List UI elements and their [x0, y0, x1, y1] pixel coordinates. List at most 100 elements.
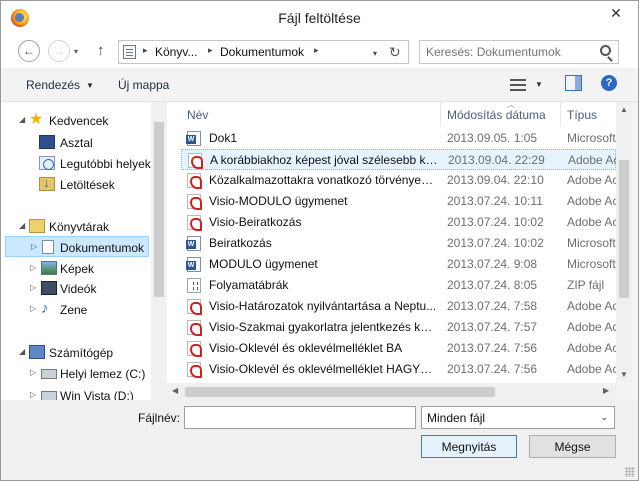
scroll-down-arrow[interactable]: ▼ — [620, 370, 628, 379]
organize-label: Rendezés — [26, 78, 81, 92]
chevron-right-icon[interactable]: ▸ — [143, 45, 148, 56]
collapsed-icon[interactable]: ▷ — [30, 368, 36, 377]
file-name: Visio-Oklevél és oklevélmelléklet BA — [209, 341, 403, 355]
sidebar-item-pictures[interactable]: ▷ Képek — [1, 258, 151, 279]
refresh-icon[interactable]: ↻ — [389, 44, 401, 61]
forward-button[interactable]: → — [48, 40, 70, 62]
desktop-icon — [39, 135, 55, 149]
cancel-button[interactable]: Mégse — [529, 435, 616, 458]
file-row[interactable]: Dok1 2013.09.05. 1:05 Microsoft — [181, 128, 616, 149]
search-icon[interactable] — [600, 45, 611, 56]
file-type-select[interactable]: Minden fájl ⌄ — [421, 406, 615, 429]
collapsed-icon[interactable]: ▷ — [30, 304, 36, 313]
column-header-name[interactable]: Név — [187, 102, 208, 126]
file-list: ︿ Név Módosítás dátuma Típus Dok12013.09… — [167, 102, 616, 383]
address-history-button[interactable]: ▾ — [373, 49, 377, 58]
sidebar-item-music[interactable]: ▷ ♪ Zene — [1, 299, 151, 320]
file-row[interactable]: Folyamatábrák 2013.07.24. 8:05 ZIP fájl — [181, 275, 616, 296]
scrollbar-thumb[interactable] — [619, 160, 629, 298]
up-folder-button[interactable]: ↑ — [97, 42, 105, 59]
file-row[interactable]: Visio-Beiratkozás 2013.07.24. 10:02 Adobe … — [181, 212, 616, 233]
sidebar-item-win-vista-d[interactable]: ▷ Win Vista (D:) — [1, 385, 151, 400]
scrollbar-thumb[interactable] — [185, 387, 495, 397]
file-type: Microsoft — [567, 131, 616, 145]
pdf-icon — [188, 153, 203, 169]
recent-locations-button[interactable]: ▾ — [74, 47, 78, 56]
column-divider[interactable] — [440, 102, 441, 126]
file-type: Adobe Ac — [567, 341, 616, 355]
file-row[interactable]: Beiratkozás 2013.07.24. 10:02 Microsoft — [181, 233, 616, 254]
sidebar-group-computer[interactable]: ◢ Számítógép — [1, 342, 151, 363]
expanded-icon[interactable]: ◢ — [19, 221, 25, 230]
pictures-icon — [41, 261, 57, 275]
collapsed-icon[interactable]: ▷ — [30, 390, 36, 399]
file-row[interactable]: Közalkalmazottakra vonatkozó törvények..… — [181, 170, 616, 191]
address-bar[interactable]: ▸ Könyv... ▸ Dokumentumok ▸ ▾ ↻ — [118, 40, 409, 64]
file-row[interactable]: Visio-Szakmai gyakorlatra jelentkezés ke… — [181, 317, 616, 338]
close-button[interactable]: ✕ — [596, 2, 636, 24]
resize-grip-icon[interactable] — [625, 467, 635, 477]
breadcrumb-libraries[interactable]: Könyv... — [155, 45, 197, 59]
scroll-left-arrow[interactable]: ◀ — [172, 386, 178, 395]
file-row[interactable]: Visio-Oklevél és oklevélmelléklet HAGYO.… — [181, 359, 616, 380]
column-divider[interactable] — [560, 102, 561, 126]
sidebar-item-local-disk-c[interactable]: ▷ Helyi lemez (C:) — [1, 363, 151, 384]
sidebar-item-downloads[interactable]: Letöltések — [1, 174, 151, 195]
file-row[interactable]: A korábbiakhoz képest jóval szélesebb kö… — [181, 149, 616, 170]
back-button[interactable]: ← — [18, 40, 40, 62]
new-folder-button[interactable]: Új mappa — [118, 78, 169, 92]
navigation-pane-scrollbar[interactable] — [151, 102, 167, 400]
chevron-right-icon[interactable]: ▸ — [314, 45, 319, 56]
organize-button[interactable]: Rendezés ▼ — [26, 78, 94, 92]
file-row[interactable]: Visio-MODULO ügymenet 2013.07.24. 10:11 Ad… — [181, 191, 616, 212]
file-name: MODULO ügymenet — [209, 257, 318, 271]
open-button[interactable]: Megnyitás — [421, 435, 517, 458]
file-list-vertical-scrollbar[interactable]: ▲ ▼ — [616, 102, 632, 383]
file-type: Adobe Ac — [567, 362, 616, 376]
file-row[interactable]: Visio-Oklevél és oklevélmelléklet BA 2013… — [181, 338, 616, 359]
sidebar-item-label: Képek — [60, 262, 95, 276]
pdf-icon — [187, 320, 202, 336]
collapsed-icon[interactable]: ▷ — [31, 242, 37, 251]
expanded-icon[interactable]: ◢ — [19, 115, 25, 124]
scroll-right-arrow[interactable]: ▶ — [603, 386, 609, 395]
collapsed-icon[interactable]: ▷ — [30, 263, 36, 272]
view-options-icon[interactable] — [510, 78, 526, 92]
search-box[interactable] — [419, 40, 619, 64]
sidebar-item-documents[interactable]: ▷ Dokumentumok — [5, 236, 149, 257]
preview-pane-icon[interactable] — [565, 75, 582, 91]
sidebar-item-videos[interactable]: ▷ Videók — [1, 278, 151, 299]
column-header-modified[interactable]: Módosítás dátuma — [447, 102, 546, 126]
file-name: Visio-Beiratkozás — [209, 215, 302, 229]
pdf-icon — [187, 194, 202, 210]
file-name: Visio-Határozatok nyilvántartása a Neptu… — [209, 299, 437, 313]
file-row[interactable]: Visio-Határozatok nyilvántartása a Neptu… — [181, 296, 616, 317]
file-list-horizontal-scrollbar[interactable]: ◀ ▶ — [167, 383, 616, 400]
filename-input[interactable] — [184, 406, 416, 429]
help-icon[interactable]: ? — [601, 75, 617, 91]
file-modified: 2013.09.04. 22:29 — [448, 153, 545, 167]
sidebar-group-label: Számítógép — [49, 346, 114, 360]
scrollbar-thumb[interactable] — [154, 122, 164, 297]
sidebar-group-libraries[interactable]: ◢ Könyvtárak — [1, 216, 151, 237]
search-input[interactable] — [426, 44, 596, 60]
caret-down-icon: ▼ — [86, 81, 94, 90]
column-header-type[interactable]: Típus — [567, 102, 597, 126]
computer-icon — [29, 345, 45, 359]
expanded-icon[interactable]: ◢ — [19, 347, 25, 356]
drive-icon — [41, 369, 57, 379]
sidebar-item-desktop[interactable]: Asztal — [1, 132, 151, 153]
view-options-caret-icon[interactable]: ▼ — [535, 80, 543, 89]
collapsed-icon[interactable]: ▷ — [30, 283, 36, 292]
sidebar-group-favorites[interactable]: ◢ ★ Kedvencek — [1, 110, 151, 131]
sidebar-group-label: Kedvencek — [49, 114, 109, 128]
breadcrumb-documents[interactable]: Dokumentumok — [220, 45, 304, 59]
chevron-right-icon[interactable]: ▸ — [208, 45, 213, 56]
pdf-icon — [187, 362, 202, 378]
navigation-bar: ← → ▾ ↑ ▸ Könyv... ▸ Dokumentumok ▸ ▾ ↻ — [1, 35, 638, 68]
file-upload-dialog: Fájl feltöltése ✕ ← → ▾ ↑ ▸ Könyv... ▸ D… — [0, 0, 639, 481]
file-row[interactable]: MODULO ügymenet 2013.07.24. 9:08 Microsoft — [181, 254, 616, 275]
scroll-up-arrow[interactable]: ▲ — [620, 105, 628, 114]
word-icon — [186, 236, 201, 251]
sidebar-item-recent-places[interactable]: Legutóbbi helyek — [1, 153, 151, 174]
